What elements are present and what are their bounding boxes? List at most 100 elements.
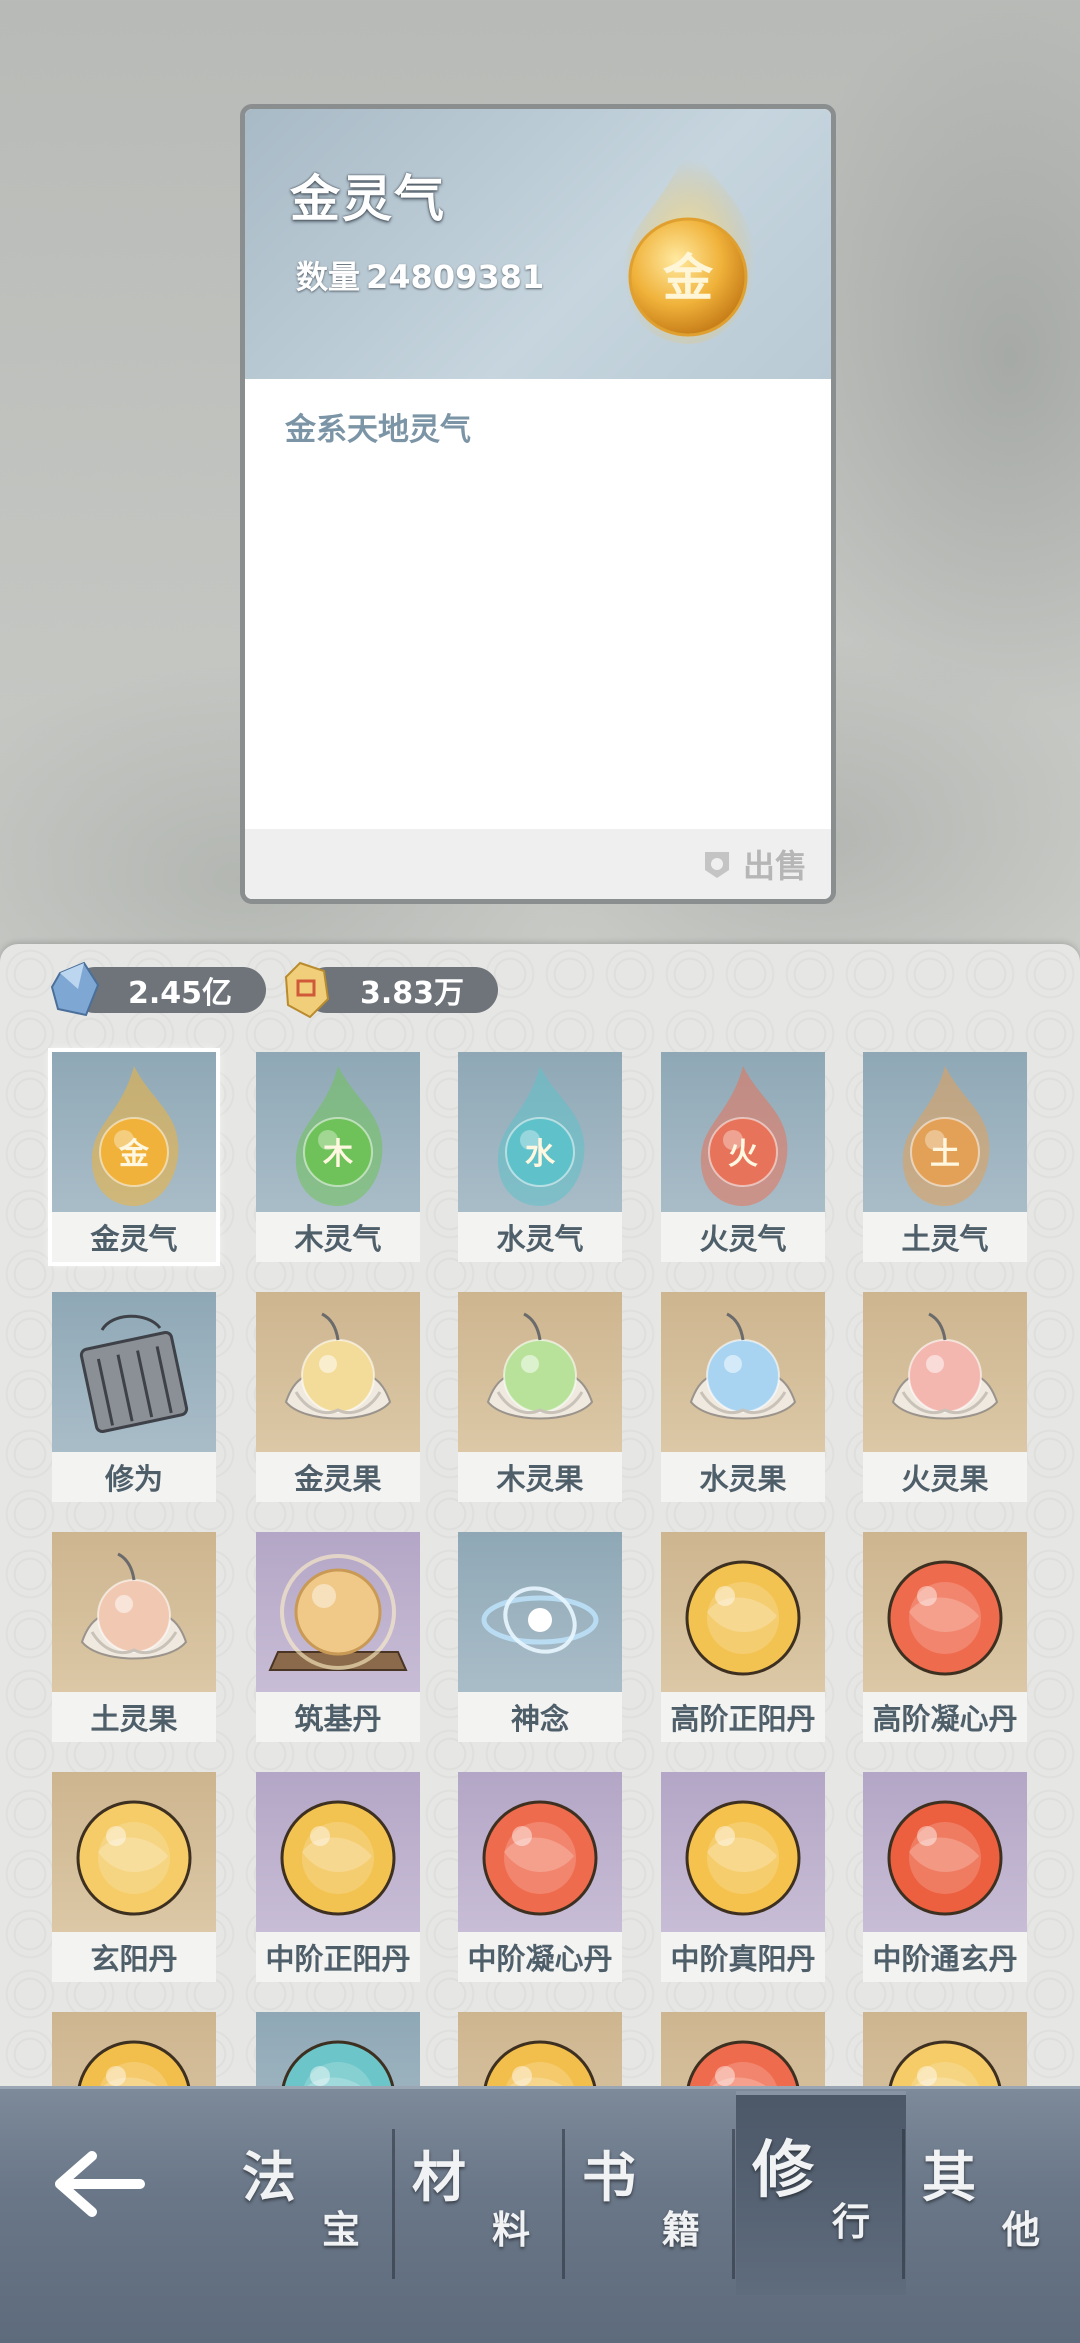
- quantity-label: 数量: [296, 258, 361, 296]
- item-detail-footer: 出售: [245, 829, 831, 899]
- item-thumbnail: [458, 1292, 622, 1452]
- blue-crystal-icon: [50, 961, 100, 1017]
- item-thumbnail: [661, 1772, 825, 1932]
- inventory-item[interactable]: 15中阶凝心丹: [456, 1770, 624, 1984]
- item-thumbnail: [256, 1532, 420, 1692]
- item-name: 高阶正阳丹: [661, 1692, 825, 1742]
- svg-text:火: 火: [728, 1137, 758, 1172]
- item-name: 土灵果: [52, 1692, 216, 1742]
- item-thumbnail: [863, 1532, 1027, 1692]
- inventory-item[interactable]: 642火灵果: [861, 1290, 1029, 1504]
- back-arrow-icon[interactable]: [50, 2144, 150, 2224]
- item-art: [891, 1312, 999, 1420]
- nav-tab-sub-char: 料: [492, 2208, 531, 2252]
- bottom-nav-bar: 法宝材料书籍修行其他: [0, 2086, 1080, 2343]
- inventory-item[interactable]: 4高阶正阳丹: [659, 1530, 827, 1744]
- nav-tab-main-char: 书: [582, 2146, 636, 2209]
- item-detail-header: 金灵气 数量 24809381 金: [245, 109, 831, 379]
- svg-text:土: 土: [930, 1137, 960, 1172]
- item-detail-title: 金灵气: [290, 170, 446, 228]
- sell-label: 出售: [742, 847, 807, 885]
- nav-tab[interactable]: 书籍: [566, 2119, 736, 2289]
- item-name: 筑基丹: [256, 1692, 420, 1742]
- item-detail-card: 金灵气 数量 24809381 金 金系天地灵气 出售: [240, 104, 836, 904]
- item-name: 神念: [458, 1692, 622, 1742]
- item-name: 火灵果: [863, 1452, 1027, 1502]
- inventory-item[interactable]: 535木灵果: [456, 1290, 624, 1504]
- item-name: 土灵气: [863, 1212, 1027, 1262]
- item-art: [689, 1312, 797, 1420]
- nav-tab-sub-char: 他: [1002, 2208, 1041, 2252]
- item-thumbnail: [863, 1772, 1027, 1932]
- inventory-item[interactable]: 828金灵果: [254, 1290, 422, 1504]
- item-art: [481, 1586, 599, 1654]
- item-thumbnail: 土: [863, 1052, 1027, 1212]
- nav-tab-sub-char: 籍: [662, 2208, 701, 2252]
- nav-tab[interactable]: 修行: [736, 2091, 906, 2295]
- item-name: 金灵果: [256, 1452, 420, 1502]
- item-name: 修为: [52, 1452, 216, 1502]
- item-detail-description: 金系天地灵气: [285, 412, 471, 448]
- inventory-item[interactable]: 5139万修为: [50, 1290, 218, 1504]
- item-thumbnail: [52, 1292, 216, 1452]
- inventory-item[interactable]: 166神念: [456, 1530, 624, 1744]
- inventory-item[interactable]: 水3210.02万水灵气: [456, 1050, 624, 1264]
- gold-crystal-icon: [284, 961, 330, 1019]
- item-thumbnail: [52, 1532, 216, 1692]
- item-thumbnail: [661, 1532, 825, 1692]
- inventory-item[interactable]: 612水灵果: [659, 1290, 827, 1504]
- item-thumbnail: [458, 1772, 622, 1932]
- item-art: [887, 1560, 1003, 1676]
- nav-divider: [902, 2129, 905, 2279]
- inventory-item[interactable]: 火2832.76万火灵气: [659, 1050, 827, 1264]
- item-art: [268, 1554, 408, 1671]
- inventory-item[interactable]: 9高阶凝心丹: [861, 1530, 1029, 1744]
- item-name: 中阶通玄丹: [863, 1932, 1027, 1982]
- gold-spirit-orb-icon: 金: [595, 129, 785, 359]
- item-art: [685, 1560, 801, 1676]
- item-name: 金灵气: [52, 1212, 216, 1262]
- inventory-item[interactable]: 529土灵果: [50, 1530, 218, 1744]
- nav-tab-sub-char: 行: [832, 2200, 871, 2244]
- item-art: 水: [497, 1066, 585, 1206]
- item-art: [76, 1800, 192, 1916]
- sell-icon: [704, 852, 729, 878]
- item-art: 金: [91, 1066, 179, 1206]
- item-art: [80, 1552, 188, 1660]
- item-art: [486, 1312, 594, 1420]
- nav-tab[interactable]: 材料: [396, 2119, 566, 2289]
- item-name: 水灵气: [458, 1212, 622, 1262]
- nav-tab-main-char: 材: [412, 2146, 466, 2209]
- nav-tab-main-char: 其: [922, 2146, 976, 2209]
- nav-divider: [732, 2129, 735, 2279]
- inventory-item[interactable]: 7玄阳丹: [50, 1770, 218, 1984]
- orb-glyph: 金: [663, 249, 714, 307]
- item-art: [685, 1800, 801, 1916]
- svg-text:水: 水: [525, 1137, 556, 1172]
- item-thumbnail: [661, 1292, 825, 1452]
- item-name: 中阶真阳丹: [661, 1932, 825, 1982]
- item-detail-quantity: 数量 24809381: [290, 252, 544, 298]
- inventory-item[interactable]: 34中阶通玄丹: [861, 1770, 1029, 1984]
- nav-tab-main-char: 修: [752, 2133, 815, 2206]
- item-name: 水灵果: [661, 1452, 825, 1502]
- inventory-item[interactable]: 土3388.23万土灵气: [861, 1050, 1029, 1264]
- item-name: 木灵果: [458, 1452, 622, 1502]
- item-thumbnail: [863, 1292, 1027, 1452]
- item-thumbnail: 木: [256, 1052, 420, 1212]
- nav-tab[interactable]: 法宝: [226, 2119, 396, 2289]
- svg-text:金: 金: [118, 1137, 150, 1172]
- inventory-item[interactable]: 12中阶真阳丹: [659, 1770, 827, 1984]
- sell-button[interactable]: 出售: [699, 837, 807, 891]
- inventory-item[interactable]: 54中阶正阳丹: [254, 1770, 422, 1984]
- inventory-item[interactable]: 金2480.93万金灵气: [48, 1048, 220, 1266]
- nav-tab[interactable]: 其他: [906, 2119, 1076, 2289]
- inventory-item[interactable]: 2筑基丹: [254, 1530, 422, 1744]
- item-art: [284, 1312, 392, 1420]
- nav-divider: [562, 2129, 565, 2279]
- quantity-value: 24809381: [366, 258, 545, 296]
- nav-divider: [392, 2129, 395, 2279]
- inventory-item[interactable]: 木2953.71万木灵气: [254, 1050, 422, 1264]
- item-name: 火灵气: [661, 1212, 825, 1262]
- item-thumbnail: [458, 1532, 622, 1692]
